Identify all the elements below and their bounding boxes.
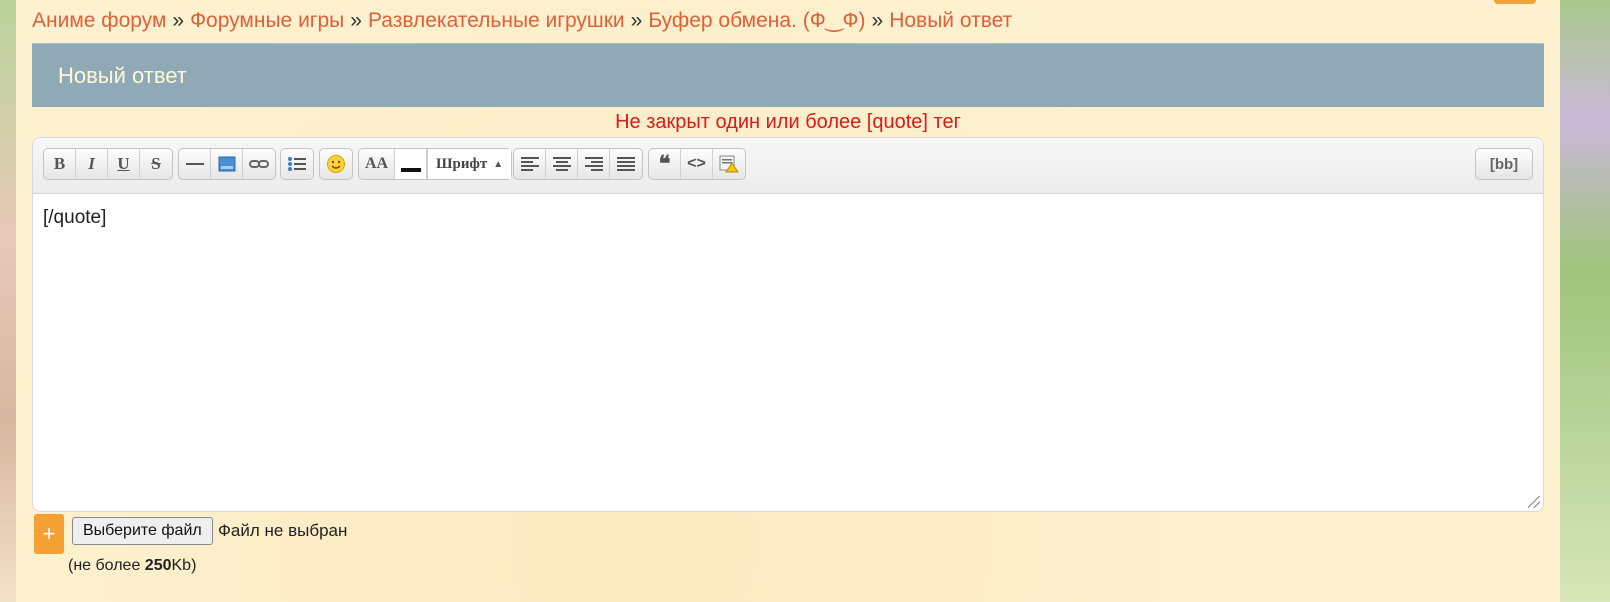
- post-editor: B I U S AA Шрифт ▲ ❝ <> [bb] [/quote]: [32, 137, 1544, 512]
- horizontal-rule-button[interactable]: [179, 149, 211, 179]
- corner-tab[interactable]: [1494, 0, 1536, 4]
- file-status-text: Файл не выбран: [218, 521, 348, 540]
- page-header: Новый ответ: [32, 43, 1544, 107]
- editor-toolbar: B I U S AA Шрифт ▲ ❝ <> [bb]: [33, 138, 1543, 194]
- bullet-list-icon: [288, 157, 306, 171]
- chevron-updown-icon: ▲: [493, 158, 504, 170]
- strikethrough-button[interactable]: S: [140, 149, 172, 179]
- underline-button[interactable]: U: [108, 149, 140, 179]
- background-left-edge: [0, 0, 16, 602]
- code-icon: <>: [687, 155, 706, 172]
- align-center-button[interactable]: [546, 149, 578, 179]
- message-textarea[interactable]: [/quote]: [33, 195, 1543, 511]
- breadcrumb-games-link[interactable]: Форумные игры: [190, 9, 344, 32]
- image-button[interactable]: [211, 149, 243, 179]
- code-button[interactable]: <>: [681, 149, 713, 179]
- link-button[interactable]: [243, 149, 275, 179]
- align-left-icon: [520, 157, 539, 171]
- align-center-icon: [552, 157, 571, 171]
- list-group: [280, 148, 314, 180]
- font-size-button[interactable]: AA: [359, 149, 395, 179]
- font-family-label: Шрифт: [436, 155, 488, 172]
- align-justify-icon: [617, 157, 635, 171]
- quote-button[interactable]: ❝: [649, 149, 681, 179]
- align-group: [513, 148, 643, 180]
- error-message: Не закрыт один или более [quote] тег: [615, 111, 961, 133]
- font-family-select[interactable]: Шрифт ▲: [427, 149, 512, 179]
- smiley-icon: [327, 155, 345, 173]
- emoticon-button[interactable]: [320, 149, 352, 179]
- spoiler-warning-icon: [719, 155, 739, 173]
- font-color-button[interactable]: [395, 149, 427, 179]
- font-color-icon: [400, 168, 421, 172]
- insert-group: [178, 148, 276, 180]
- add-attachment-button[interactable]: +: [34, 514, 64, 554]
- breadcrumb: Аниме форум» Форумные игры» Развлекательны…: [32, 8, 1012, 33]
- bbcode-toggle-button[interactable]: [bb]: [1475, 148, 1533, 180]
- choose-file-button[interactable]: Выберите файл: [72, 517, 213, 545]
- file-size-note: (не более 250Kb): [68, 557, 196, 575]
- text-style-group: B I U S: [43, 148, 173, 180]
- font-size-label: AA: [364, 155, 389, 172]
- size-note-value: 250: [144, 557, 172, 574]
- breadcrumb-current-link[interactable]: Новый ответ: [889, 9, 1012, 32]
- resize-handle[interactable]: [1528, 496, 1540, 508]
- link-icon: [249, 160, 269, 168]
- size-note-prefix: (не более: [68, 557, 145, 574]
- size-note-suffix: Kb): [171, 557, 197, 574]
- breadcrumb-forum-link[interactable]: Аниме форум: [32, 9, 166, 32]
- horizontal-rule-icon: [185, 163, 204, 165]
- align-right-button[interactable]: [578, 149, 610, 179]
- background-right-edge: [1560, 0, 1610, 602]
- align-left-button[interactable]: [514, 149, 546, 179]
- breadcrumb-separator: »: [350, 9, 362, 32]
- breadcrumb-separator: »: [871, 9, 884, 32]
- block-group: ❝ <>: [648, 148, 746, 180]
- bold-button[interactable]: B: [44, 149, 76, 179]
- align-justify-button[interactable]: [610, 149, 642, 179]
- spoiler-button[interactable]: [713, 149, 745, 179]
- forum-panel: Аниме форум» Форумные игры» Развлекательны…: [16, 0, 1560, 602]
- emoticon-group: [319, 148, 353, 180]
- font-group: AA Шрифт ▲: [358, 148, 513, 180]
- quote-icon: ❝: [658, 151, 671, 176]
- italic-button[interactable]: I: [76, 149, 108, 179]
- align-right-icon: [584, 157, 603, 171]
- list-button[interactable]: [281, 149, 313, 179]
- breadcrumb-separator: »: [630, 9, 643, 32]
- image-icon: [218, 156, 235, 172]
- breadcrumb-topic-link[interactable]: Буфер обмена. (Ф‿Ф): [648, 9, 865, 32]
- breadcrumb-toys-link[interactable]: Развлекательные игрушки: [368, 9, 625, 32]
- breadcrumb-separator: »: [172, 9, 185, 32]
- page-title: Новый ответ: [58, 63, 187, 88]
